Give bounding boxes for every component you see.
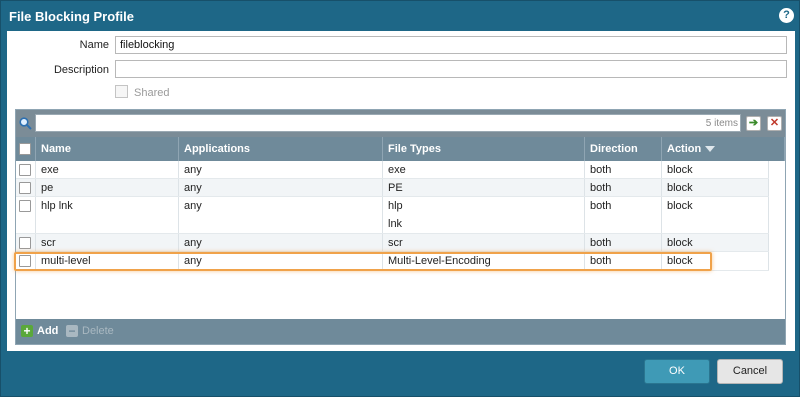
cell-file-types: scr: [383, 234, 585, 251]
column-header-applications[interactable]: Applications: [179, 137, 383, 161]
grid-footer: + Add − Delete: [16, 319, 785, 344]
add-button[interactable]: + Add: [21, 325, 58, 339]
cell-action: block: [662, 197, 769, 233]
cell-direction: both: [585, 179, 662, 196]
search-icon: [19, 117, 32, 130]
filter-input[interactable]: [35, 114, 741, 132]
column-header-name[interactable]: Name: [36, 137, 179, 161]
cell-direction: both: [585, 234, 662, 251]
dialog-body: Name Description Shared 5 items ➔ ✕ N: [7, 31, 795, 351]
cell-direction: both: [585, 197, 662, 233]
row-select-cell: [16, 179, 36, 196]
plus-icon: +: [21, 325, 33, 338]
sort-descending-icon: [705, 146, 716, 153]
cell-applications: any: [179, 234, 383, 251]
cell-action: block: [662, 179, 769, 196]
table-row[interactable]: exe any exe both block: [16, 161, 769, 179]
column-header-action-label: Action: [667, 143, 702, 155]
row-checkbox[interactable]: [19, 255, 31, 267]
cell-action: block: [662, 161, 769, 178]
cancel-button[interactable]: Cancel: [717, 359, 783, 384]
minus-icon: −: [66, 325, 78, 338]
shared-checkbox[interactable]: [115, 85, 128, 98]
item-count: 5 items: [705, 118, 738, 129]
dialog-title: File Blocking Profile: [9, 9, 134, 24]
cell-applications: any: [179, 161, 383, 178]
table-row[interactable]: hlp lnk any hlp lnk both block: [16, 197, 769, 234]
file-type: Multi-Level-Encoding: [388, 255, 491, 267]
delete-label: Delete: [82, 325, 114, 337]
cell-action: block: [662, 234, 769, 251]
help-icon[interactable]: ?: [779, 8, 794, 23]
table-row[interactable]: multi-level any Multi-Level-Encoding bot…: [16, 252, 769, 271]
name-label: Name: [79, 39, 109, 51]
row-select-cell: [16, 252, 36, 270]
dialog-titlebar[interactable]: File Blocking Profile ?: [1, 1, 799, 31]
add-label: Add: [37, 325, 59, 337]
cell-action: block: [662, 252, 769, 270]
cell-file-types: exe: [383, 161, 585, 178]
file-blocking-rules-grid: 5 items ➔ ✕ Name Applications File Types…: [14, 109, 786, 345]
row-checkbox[interactable]: [19, 237, 31, 249]
column-header-direction[interactable]: Direction: [585, 137, 662, 161]
row-select-cell: [16, 161, 36, 178]
cell-applications: any: [179, 252, 383, 270]
file-type: hlp: [388, 200, 403, 212]
cell-name[interactable]: scr: [36, 234, 179, 251]
apply-filter-icon[interactable]: ➔: [746, 116, 761, 131]
column-header-file-types[interactable]: File Types: [383, 137, 585, 161]
row-select-cell: [16, 234, 36, 251]
cell-name[interactable]: hlp lnk: [36, 197, 179, 233]
name-field[interactable]: [115, 36, 787, 54]
row-checkbox[interactable]: [19, 164, 31, 176]
description-field[interactable]: [115, 60, 787, 78]
row-select-cell: [16, 197, 36, 233]
column-header-action[interactable]: Action: [662, 137, 785, 161]
cell-direction: both: [585, 252, 662, 270]
table-row[interactable]: scr any scr both block: [16, 234, 769, 252]
file-type: lnk: [388, 218, 403, 230]
cell-name[interactable]: pe: [36, 179, 179, 196]
row-checkbox[interactable]: [19, 182, 31, 194]
description-label: Description: [53, 64, 109, 76]
file-type: PE: [388, 182, 403, 194]
file-type: scr: [388, 237, 403, 249]
cell-applications: any: [179, 179, 383, 196]
shared-label: Shared: [134, 87, 170, 99]
select-all-checkbox[interactable]: [19, 143, 31, 155]
grid-header: Name Applications File Types Direction A…: [16, 137, 785, 161]
cell-file-types: PE: [383, 179, 585, 196]
cell-file-types: Multi-Level-Encoding: [383, 252, 585, 270]
row-checkbox[interactable]: [19, 200, 31, 212]
ok-button[interactable]: OK: [644, 359, 710, 384]
cell-applications: any: [179, 197, 383, 233]
table-row[interactable]: pe any PE both block: [16, 179, 769, 197]
delete-button[interactable]: − Delete: [66, 325, 114, 339]
select-all-cell: [16, 137, 36, 161]
cell-name[interactable]: multi-level: [36, 252, 179, 270]
cell-direction: both: [585, 161, 662, 178]
cell-file-types: hlp lnk: [383, 197, 585, 233]
cell-name[interactable]: exe: [36, 161, 179, 178]
file-blocking-profile-dialog: File Blocking Profile ? Name Description…: [0, 0, 800, 397]
file-type: exe: [388, 164, 406, 176]
clear-filter-icon[interactable]: ✕: [767, 116, 782, 131]
filter-bar: 5 items ➔ ✕: [16, 110, 785, 137]
